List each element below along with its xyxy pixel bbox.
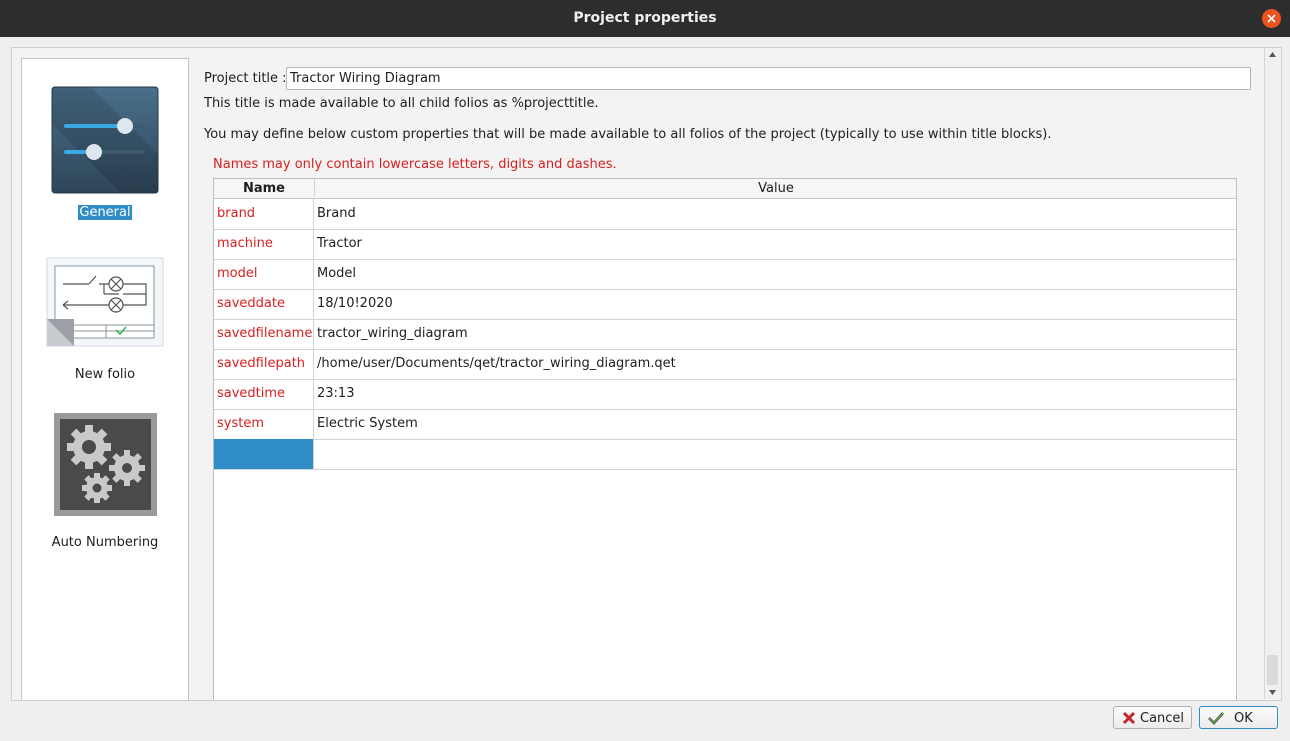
property-name-cell[interactable]: machine — [214, 229, 314, 259]
ok-button[interactable]: OK — [1199, 706, 1278, 729]
table-row[interactable]: system Electric System — [214, 409, 1236, 440]
column-header-value[interactable]: Value — [314, 179, 1237, 197]
nav-label-auto-numbering: Auto Numbering — [51, 535, 159, 550]
nav-item-general[interactable]: General — [22, 86, 188, 226]
close-icon — [1267, 14, 1276, 23]
property-value-cell[interactable]: Tractor — [314, 229, 1236, 259]
new-property-row[interactable] — [214, 439, 1236, 470]
new-property-value-cell[interactable] — [314, 439, 1236, 469]
scrollbar-thumb[interactable] — [1267, 655, 1278, 685]
property-name-cell[interactable]: saveddate — [214, 289, 314, 319]
property-value-cell[interactable]: Brand — [314, 199, 1236, 229]
property-value-cell[interactable]: /home/user/Documents/qet/tractor_wiring_… — [314, 349, 1236, 379]
table-row[interactable]: savedtime 23:13 — [214, 379, 1236, 410]
property-name-cell[interactable]: brand — [214, 199, 314, 229]
table-row[interactable]: machine Tractor — [214, 229, 1236, 260]
custom-properties-hint: You may define below custom properties t… — [204, 127, 1052, 142]
column-header-name[interactable]: Name — [214, 181, 314, 196]
project-title-label: Project title : — [204, 71, 287, 86]
table-row[interactable]: saveddate 18/10!2020 — [214, 289, 1236, 320]
property-value-cell[interactable]: 18/10!2020 — [314, 289, 1236, 319]
sliders-icon — [51, 86, 159, 194]
property-name-cell[interactable]: savedfilename — [214, 319, 314, 349]
names-warning: Names may only contain lowercase letters… — [213, 157, 617, 172]
window-title: Project properties — [573, 10, 717, 26]
table-row[interactable]: savedfilepath/home/user/Documents/qet/tr… — [214, 349, 1236, 380]
table-header: Name Value — [214, 179, 1236, 199]
project-title-input[interactable] — [286, 67, 1251, 90]
property-value-cell[interactable]: Model — [314, 259, 1236, 289]
property-name-cell[interactable]: savedtime — [214, 379, 314, 409]
scroll-up-arrow-icon[interactable] — [1269, 52, 1276, 57]
nav-label-new-folio: New folio — [74, 367, 136, 382]
property-name-cell[interactable]: model — [214, 259, 314, 289]
nav-item-new-folio[interactable]: New folio — [22, 257, 188, 387]
table-row[interactable]: model Model — [214, 259, 1236, 290]
window-titlebar: Project properties — [0, 0, 1290, 37]
cancel-icon — [1122, 711, 1136, 725]
nav-label-general: General — [78, 205, 132, 220]
close-button[interactable] — [1262, 9, 1281, 28]
category-list[interactable]: General New folio Auto Numbering — [21, 58, 189, 700]
table-row[interactable]: brand Brand — [214, 199, 1236, 230]
table-row[interactable]: savedfilename tractor_wiring_diagram — [214, 319, 1236, 350]
gears-icon — [54, 413, 157, 516]
property-value-cell[interactable]: 23:13 — [314, 379, 1236, 409]
property-name-cell[interactable]: savedfilepath — [214, 349, 314, 379]
title-hint: This title is made available to all chil… — [204, 96, 599, 111]
property-name-cell[interactable]: system — [214, 409, 314, 439]
cancel-button[interactable]: Cancel — [1113, 706, 1192, 729]
new-property-name-cell[interactable] — [214, 439, 314, 469]
properties-table[interactable]: Name Value brand Brand machine Tractor model… — [213, 178, 1237, 700]
property-value-cell[interactable]: Electric System — [314, 409, 1236, 439]
property-value-cell[interactable]: tractor_wiring_diagram — [314, 319, 1236, 349]
vertical-scrollbar[interactable] — [1264, 48, 1280, 699]
nav-item-auto-numbering[interactable]: Auto Numbering — [22, 412, 188, 550]
folio-schematic-icon — [46, 257, 164, 347]
checkmark-icon — [1208, 712, 1224, 725]
scroll-down-arrow-icon[interactable] — [1269, 690, 1276, 695]
